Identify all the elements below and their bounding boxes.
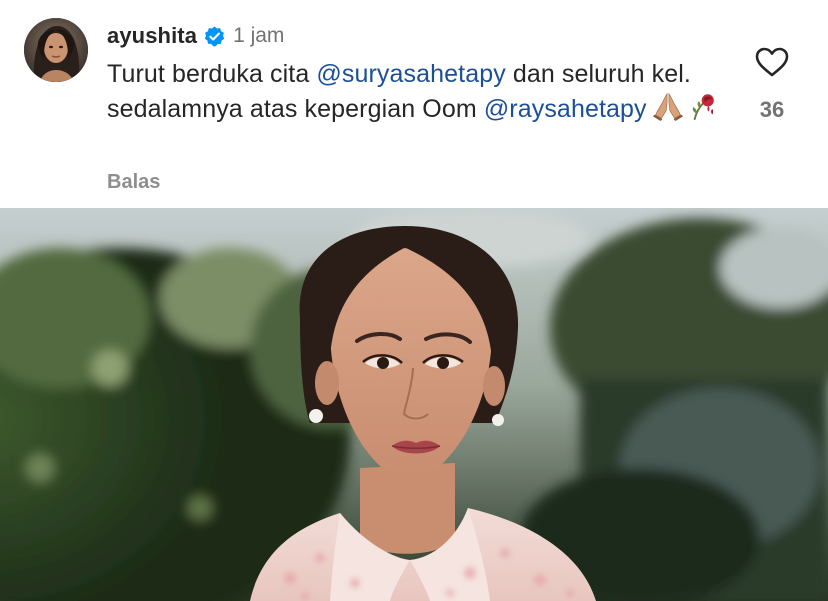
heart-outline-icon[interactable] [754,46,790,78]
like-count: 36 [759,97,785,122]
post-image [0,208,828,601]
comment-item: ayushita 1 jam Turut berduka cita @surya… [0,0,828,208]
comment-text: Turut berduka cita @suryasahetapy dan se… [107,57,727,126]
mention-link[interactable]: @suryasahetapy [316,60,505,88]
reply-button[interactable]: Balas [107,171,160,194]
woman-portrait-photo[interactable] [0,208,828,601]
like-area: 36 [744,46,800,123]
username[interactable]: ayushita [107,23,197,49]
verified-badge-icon [204,25,225,46]
instagram-comment-screen: ayushita 1 jam Turut berduka cita @surya… [0,0,828,601]
comment-body: ayushita 1 jam Turut berduka cita @surya… [107,20,727,126]
comment-text-part: Turut berduka cita [107,60,317,88]
comment-meta: ayushita 1 jam [107,20,727,52]
timestamp: 1 jam [233,24,285,47]
folded-hands-icon [652,92,683,121]
mention-link[interactable]: @raysahetapy [484,95,647,123]
avatar-photo [24,18,88,82]
avatar[interactable] [24,18,88,82]
wilted-flower-icon [692,94,714,121]
